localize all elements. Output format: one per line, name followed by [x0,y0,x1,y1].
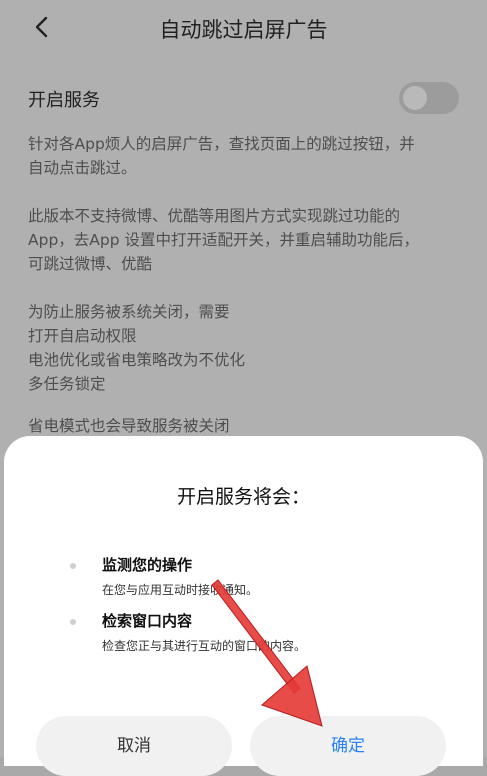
bullet-icon [70,563,76,569]
confirm-button[interactable]: 确定 [250,716,446,776]
service-toggle[interactable] [399,82,459,114]
description-paragraph: 为防止服务被系统关闭，需要 打开自启动权限 电池优化或省电策略改为不优化 多任务… [28,303,246,393]
permission-title: 监测您的操作 [102,556,193,574]
service-label: 开启服务 [28,90,100,111]
cancel-button[interactable]: 取消 [36,716,232,776]
permission-dialog: 开启服务将会： 监测您的操作 在您与应用互动时接收通知。 检索窗口内容 检查您正… [4,436,483,776]
description-paragraph: 针对各App烦人的启屏广告，查找页面上的跳过按钮，并 自动点击跳过。 [28,135,415,177]
bullet-icon [70,619,76,625]
permission-subtitle: 检查您正与其进行互动的窗口的内容。 [102,639,307,653]
service-row: 开启服务 [28,82,459,116]
permission-item: 监测您的操作 在您与应用互动时接收通知。 [70,554,463,598]
page-title: 自动跳过启屏广告 [159,18,328,42]
top-bar: 自动跳过启屏广告 [0,0,487,60]
dialog-title: 开启服务将会： [176,486,310,508]
permission-subtitle: 在您与应用互动时接收通知。 [102,583,259,597]
description-paragraph: 此版本不支持微博、优酷等用图片方式实现跳过功能的 App，去App 设置中打开适… [28,207,419,273]
permission-title: 检索窗口内容 [102,612,193,630]
toggle-knob [403,86,427,110]
description-paragraph: 省电模式也会导致服务被关闭 [28,417,230,435]
permission-item: 检索窗口内容 检查您正与其进行互动的窗口的内容。 [70,610,463,654]
